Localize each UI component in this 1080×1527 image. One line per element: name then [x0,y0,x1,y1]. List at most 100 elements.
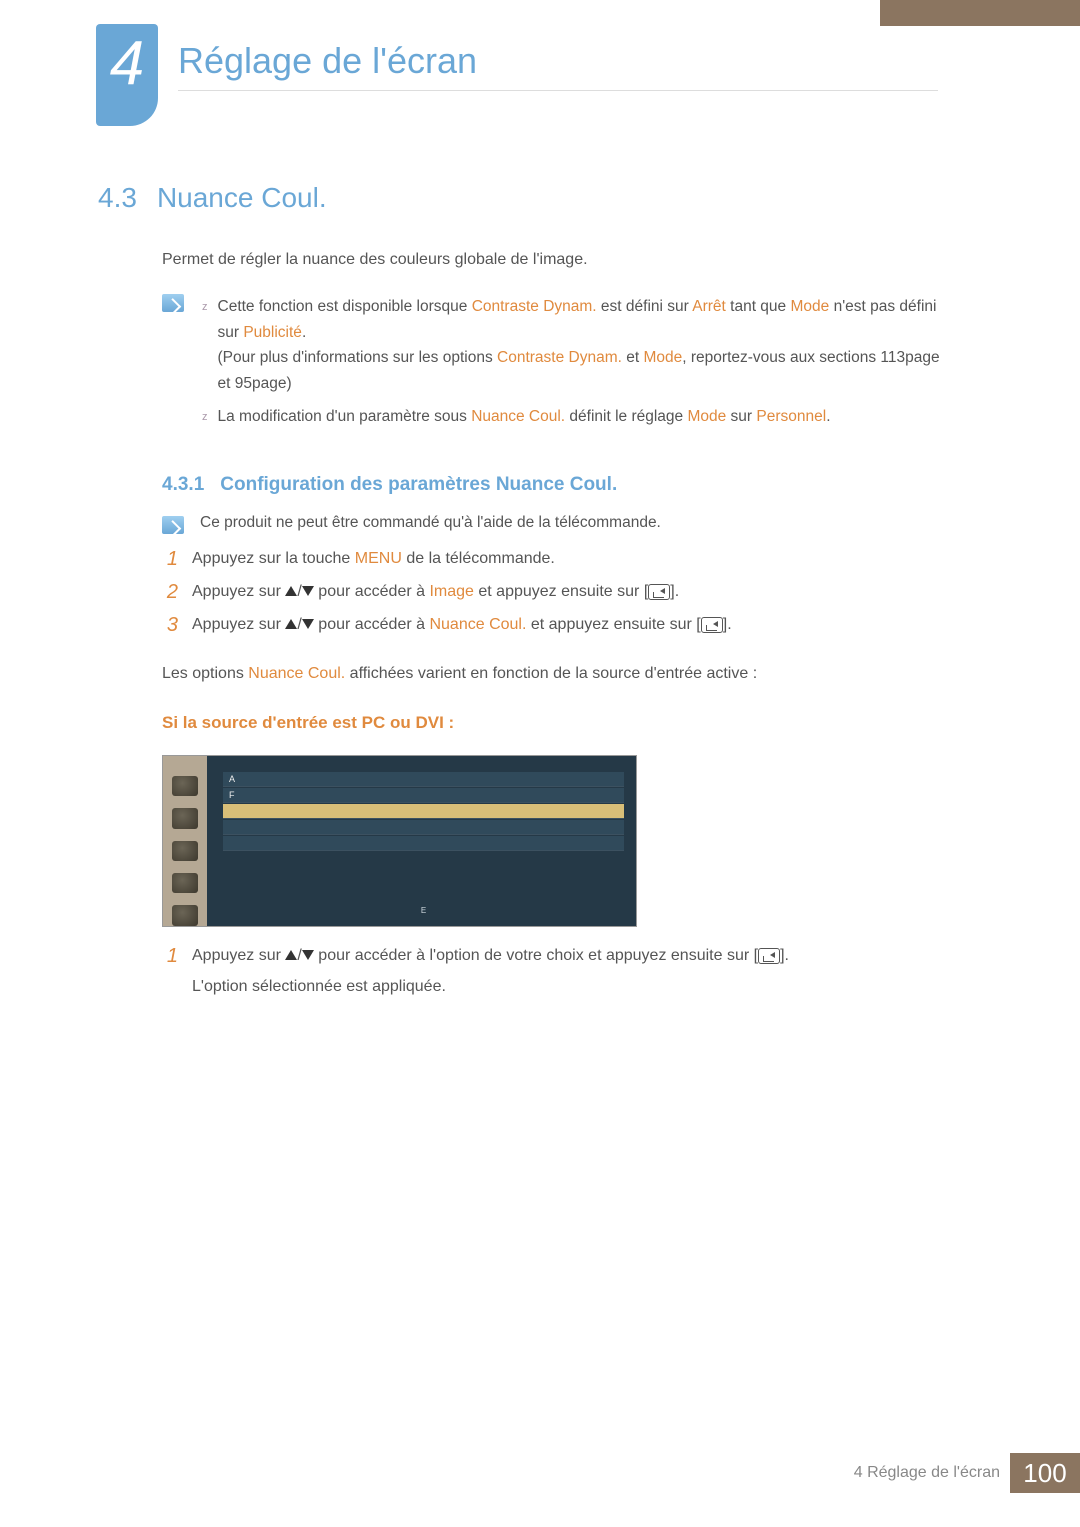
step-number: 3 [162,614,178,637]
note-text: . [302,324,306,341]
step-number: 1 [162,548,178,571]
section-number: 4.3 [98,182,137,214]
note-term: Contraste Dynam. [472,298,597,315]
note-term: Mode [643,349,682,366]
step-text: pour accéder à [314,616,430,633]
step-term: Nuance Coul. [429,616,526,633]
note-term: Personnel [756,408,826,425]
note-text: sur [726,408,756,425]
step-2: 2 Appuyez sur / pour accéder à Image et … [162,581,940,604]
step-term: Image [429,583,473,600]
step-1-after: 1 Appuyez sur / pour accéder à l'option … [162,945,940,968]
arrow-up-icon [285,586,297,596]
arrow-down-icon [302,586,314,596]
chapter-header: 4 Réglage de l'écran [0,0,1080,30]
step-text: Appuyez sur [192,616,285,633]
osd-sidebar-icon [172,873,198,893]
note-term: Nuance Coul. [471,408,565,425]
step-text: Appuyez sur [192,947,285,964]
step-number: 1 [162,945,178,968]
step-text: et appuyez ensuite sur [ [526,616,700,633]
bullet-marker: z [202,294,208,396]
note-icon [162,516,184,534]
chapter-number-badge: 4 [96,24,158,126]
step-number: 2 [162,581,178,604]
note-text: tant que [726,298,791,315]
footer-page-number: 100 [1010,1453,1080,1493]
osd-footer: E [223,906,624,920]
para-text: affichées varient en fonction de la sour… [345,665,757,682]
osd-sidebar-icon [172,905,198,925]
osd-sidebar-icon [172,808,198,828]
subsection-heading: 4.3.1 Configuration des paramètres Nuanc… [162,474,940,496]
note-term: Mode [687,408,726,425]
chapter-title: Réglage de l'écran [178,40,938,91]
note-text: et [622,349,644,366]
note-term: Mode [790,298,829,315]
note-term: Publicité [243,324,302,341]
remote-note: Ce produit ne peut être commandé qu'à l'… [162,514,940,534]
osd-row-selected [223,804,624,819]
note-text: La modification d'un paramètre sous [218,408,472,425]
note-item: z Cette fonction est disponible lorsque … [202,294,940,396]
osd-row-label: F [229,788,237,802]
note-list: z Cette fonction est disponible lorsque … [202,294,940,438]
para-term: Nuance Coul. [248,665,345,682]
step-continuation: L'option sélectionnée est appliquée. [192,978,940,996]
arrow-up-icon [285,950,297,960]
step-text: de la télécommande. [402,550,555,567]
arrow-down-icon [302,950,314,960]
notes-block: z Cette fonction est disponible lorsque … [162,294,940,438]
osd-screenshot: A F E [162,755,637,927]
enter-key-icon [758,948,780,964]
remote-note-text: Ce produit ne peut être commandé qu'à l'… [200,514,661,532]
osd-row-label: A [229,772,237,786]
note-text: (Pour plus d'informations sur les option… [218,349,498,366]
arrow-down-icon [302,619,314,629]
paragraph: Les options Nuance Coul. affichées varie… [162,665,940,683]
step-text: pour accéder à [314,583,430,600]
subsection-title: Configuration des paramètres Nuance Coul… [220,474,617,496]
step-term: MENU [355,550,402,567]
source-subheading: Si la source d'entrée est PC ou DVI : [162,713,940,733]
note-text: est défini sur [597,298,693,315]
osd-sidebar-icon [172,841,198,861]
section-intro: Permet de régler la nuance des couleurs … [162,248,940,272]
step-text: ]. [780,947,789,964]
osd-sidebar-icon [172,776,198,796]
note-term: Arrêt [692,298,726,315]
osd-row: A [223,772,624,787]
osd-row [223,836,624,851]
subsection-number: 4.3.1 [162,474,204,496]
arrow-up-icon [285,619,297,629]
step-text: pour accéder à l'option de votre choix e… [314,947,758,964]
step-3: 3 Appuyez sur / pour accéder à Nuance Co… [162,614,940,637]
note-icon [162,294,184,312]
step-after: 1 Appuyez sur / pour accéder à l'option … [162,945,940,996]
note-term: Contraste Dynam. [497,349,622,366]
enter-key-icon [701,617,723,633]
step-text: Appuyez sur la touche [192,550,355,567]
section-heading: 4.3 Nuance Coul. [98,182,940,214]
step-text: ]. [723,616,732,633]
osd-row [223,820,624,835]
step-text: Appuyez sur [192,583,285,600]
osd-row: F [223,788,624,803]
note-text: Cette fonction est disponible lorsque [218,298,472,315]
osd-sidebar [163,756,207,926]
bullet-marker: z [202,404,208,430]
osd-footer-item: E [421,906,426,920]
note-text: . [826,408,830,425]
note-item: z La modification d'un paramètre sous Nu… [202,404,940,430]
page-footer: 4 Réglage de l'écran 100 [854,1453,1080,1493]
step-text: et appuyez ensuite sur [ [474,583,648,600]
page-content: 4.3 Nuance Coul. Permet de régler la nua… [98,182,940,996]
enter-key-icon [648,584,670,600]
note-text: définit le réglage [565,408,687,425]
footer-label: 4 Réglage de l'écran [854,1464,1000,1482]
step-text: ]. [670,583,679,600]
step-1: 1 Appuyez sur la touche MENU de la téléc… [162,548,940,571]
section-title: Nuance Coul. [157,182,327,214]
steps-list: 1 Appuyez sur la touche MENU de la téléc… [162,548,940,637]
osd-menu: A F [223,772,624,852]
